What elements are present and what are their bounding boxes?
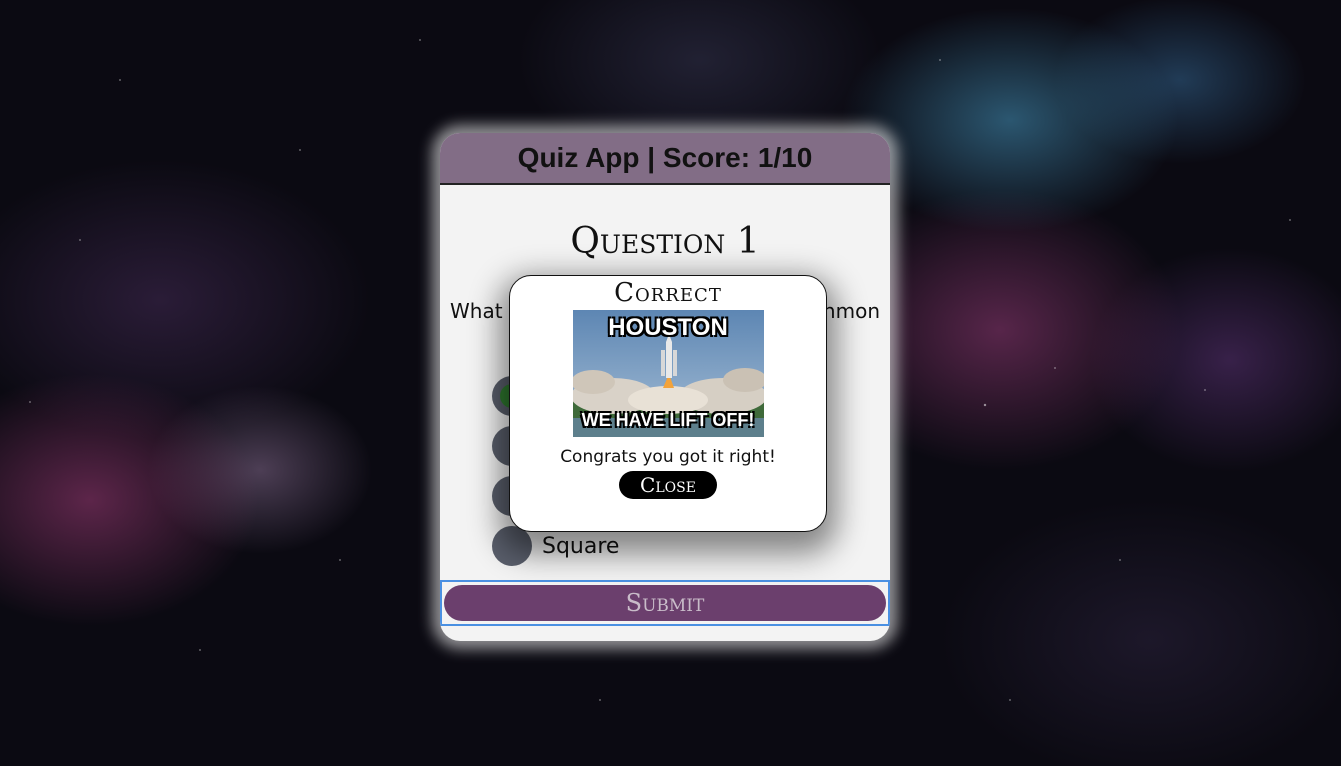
modal-message: Congrats you got it right!	[560, 447, 776, 467]
answer-label-4: Square	[542, 533, 620, 559]
quiz-header: Quiz App | Score: 1/10	[440, 133, 890, 185]
rocket-launch-image: HOUSTON WE HAVE LIFT OFF!	[572, 310, 764, 437]
modal-title: Correct	[614, 278, 722, 308]
submit-focus-ring: Submit	[440, 580, 890, 626]
question-text-end: nmon	[822, 299, 880, 323]
image-caption-bottom: WE HAVE LIFT OFF!	[581, 410, 755, 430]
close-button[interactable]: Close	[619, 471, 717, 499]
question-title: Question 1	[570, 221, 760, 262]
submit-button[interactable]: Submit	[444, 585, 886, 621]
image-caption-top: HOUSTON	[608, 314, 728, 341]
answer-radio-4[interactable]	[492, 526, 532, 566]
result-modal: Correct HOUSTON WE HAVE LIFT OFF! Congra…	[509, 275, 827, 532]
question-text-start: What	[450, 299, 503, 323]
header-title: Quiz App | Score: 1/10	[517, 142, 813, 173]
